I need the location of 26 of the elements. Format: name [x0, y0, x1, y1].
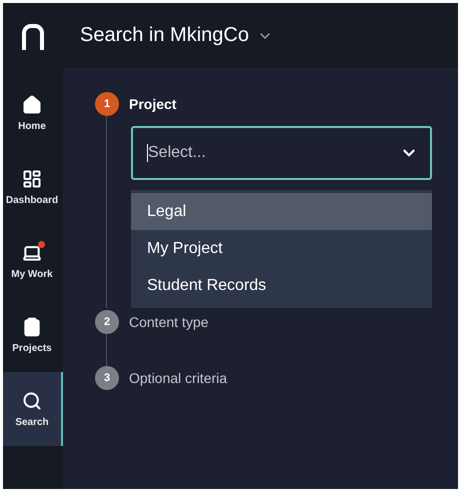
dropdown-option[interactable]: Student Records [131, 267, 432, 304]
nav-label: Search [15, 416, 49, 428]
nav-item[interactable]: Projects [3, 298, 63, 372]
dropdown-option[interactable]: My Project [131, 230, 432, 267]
page-title: Search in MkingCo [80, 24, 249, 47]
dropdown-option[interactable]: Legal [131, 193, 432, 230]
step-number: 2 [95, 310, 119, 334]
step-label: Content type [129, 314, 208, 330]
home-icon [22, 94, 42, 114]
nav-label: Dashboard [6, 194, 58, 206]
step-number: 1 [95, 92, 119, 116]
dashboard-icon [22, 168, 42, 188]
nav-item[interactable]: My Work [3, 224, 63, 298]
nav-item[interactable]: Search [3, 372, 63, 446]
nav-item[interactable]: Dashboard [3, 150, 63, 224]
step-number: 3 [95, 366, 119, 390]
step-label: Project [129, 96, 176, 112]
search-icon [22, 390, 42, 410]
select-placeholder: Select... [147, 144, 206, 162]
nav-label: Home [18, 120, 46, 132]
project-select[interactable]: Select... [131, 126, 432, 180]
nav-label: Projects [12, 342, 52, 354]
nav-item[interactable]: Home [3, 76, 63, 150]
clipboard-icon [22, 316, 42, 336]
step-label: Optional criteria [129, 370, 228, 386]
nav-label: My Work [11, 268, 53, 280]
